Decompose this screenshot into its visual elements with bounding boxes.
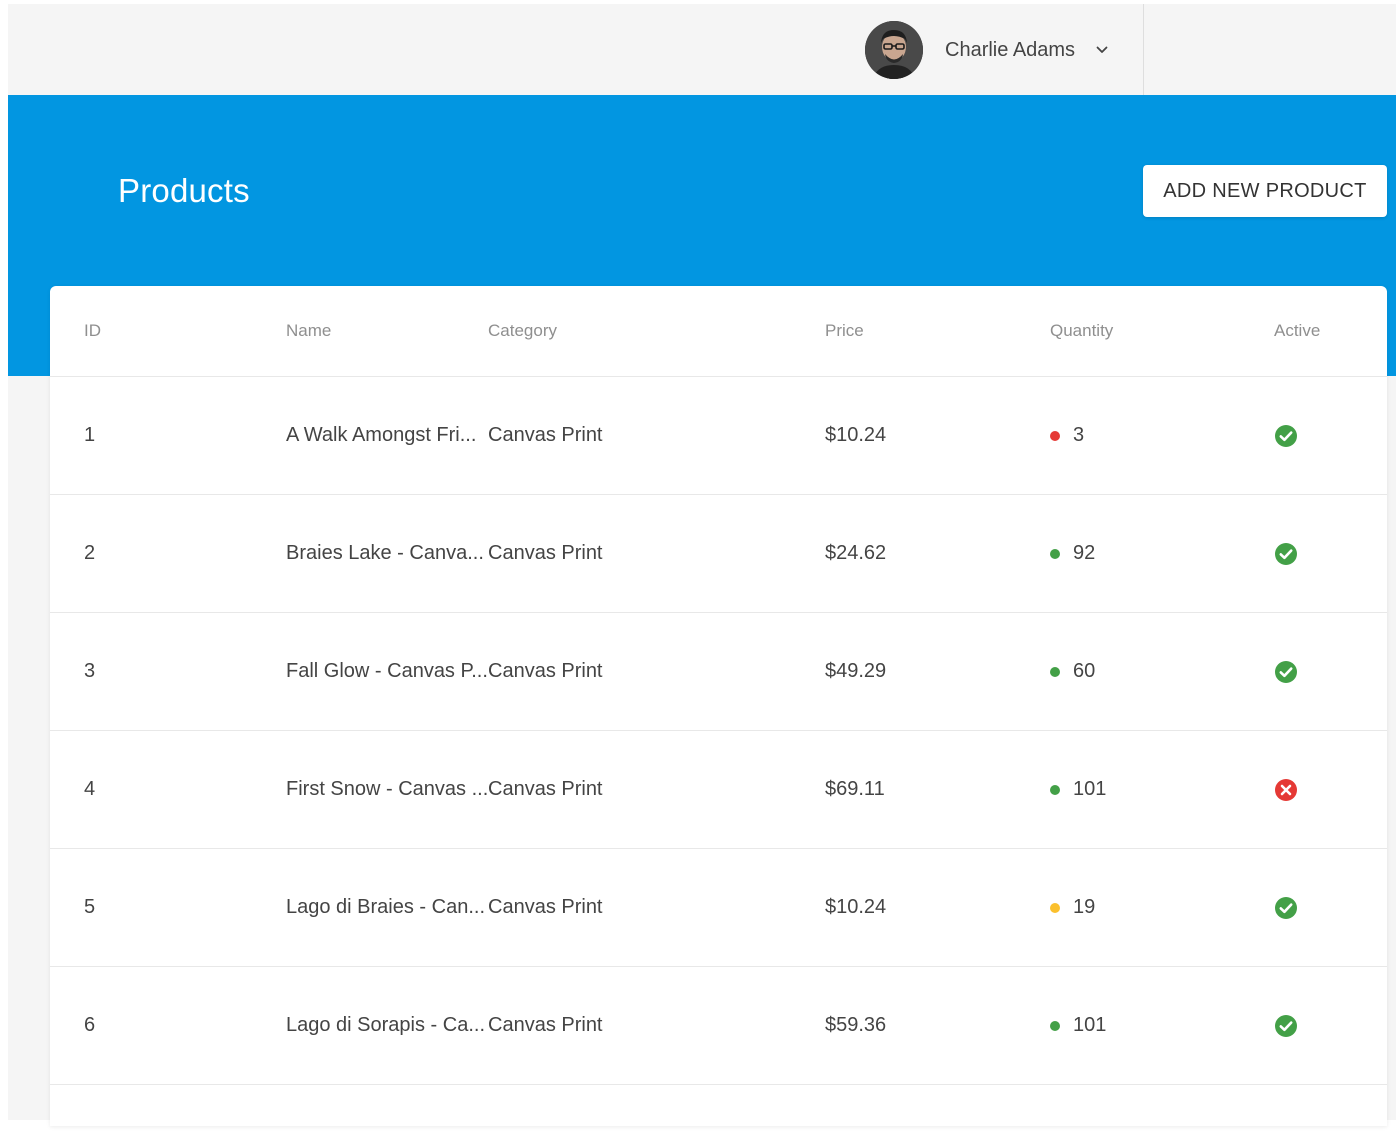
cell-id: 5 — [84, 896, 96, 918]
cell-quantity: 101 — [1050, 731, 1106, 848]
chevron-down-icon[interactable] — [1095, 43, 1109, 57]
quantity-value: 101 — [1073, 778, 1107, 800]
cell-price: $69.11 — [825, 778, 885, 800]
stock-level-dot — [1050, 1020, 1060, 1031]
products-table: ID Name Category Price Quantity Active 1… — [50, 286, 1387, 1126]
cell-category: Canvas Print — [488, 542, 603, 564]
user-name[interactable]: Charlie Adams — [945, 39, 1075, 62]
cell-quantity: 101 — [1050, 967, 1106, 1084]
check-circle-icon — [1274, 424, 1298, 448]
cell-category: Canvas Print — [488, 896, 603, 918]
column-header-name[interactable]: Name — [286, 286, 331, 376]
quantity-value: 3 — [1073, 424, 1085, 446]
cell-price: $24.62 — [825, 542, 887, 564]
page-title: Products — [118, 172, 250, 209]
stock-level-dot — [1050, 548, 1060, 559]
cell-category: Canvas Print — [488, 424, 603, 446]
column-header-category[interactable]: Category — [488, 286, 557, 376]
cell-category: Canvas Print — [488, 660, 603, 682]
cell-id: 3 — [84, 660, 96, 682]
cell-name: Lago di Sorapis - Ca... — [286, 1014, 485, 1036]
stock-level-dot — [1050, 784, 1060, 795]
cell-price: $59.36 — [825, 1014, 887, 1036]
cell-category: Canvas Print — [488, 778, 603, 800]
cell-price: $10.24 — [825, 424, 887, 446]
user-menu[interactable]: Charlie Adams — [865, 21, 1109, 79]
cell-id: 6 — [84, 1014, 96, 1036]
table-row[interactable]: 5 Lago di Braies - Can... Canvas Print $10.… — [50, 849, 1387, 967]
app-page: Charlie Adams Products ADD NEW PRODUCT I… — [8, 4, 1396, 1126]
cell-id: 1 — [84, 424, 96, 446]
cell-quantity: 92 — [1050, 495, 1095, 612]
quantity-value: 101 — [1073, 1014, 1107, 1036]
cell-quantity: 3 — [1050, 377, 1084, 494]
cell-name: Braies Lake - Canva... — [286, 542, 484, 564]
cell-name: Fall Glow - Canvas P... — [286, 660, 488, 682]
topbar-divider — [1143, 4, 1144, 95]
cell-id: 4 — [84, 778, 96, 800]
cell-category: Canvas Print — [488, 1014, 603, 1036]
cell-quantity: 19 — [1050, 849, 1095, 966]
column-header-id[interactable]: ID — [84, 286, 101, 376]
check-circle-icon — [1274, 896, 1298, 920]
x-circle-icon — [1274, 778, 1298, 802]
cell-quantity: 60 — [1050, 613, 1095, 730]
cell-price: $10.24 — [825, 896, 887, 918]
table-row[interactable]: 1 A Walk Amongst Fri... Canvas Print $10.24… — [50, 377, 1387, 495]
cell-active — [1274, 495, 1298, 612]
check-circle-icon — [1274, 542, 1298, 566]
cell-active — [1274, 849, 1298, 966]
cell-name: Lago di Braies - Can... — [286, 896, 485, 918]
table-row[interactable]: 3 Fall Glow - Canvas P... Canvas Print $49.… — [50, 613, 1387, 731]
avatar[interactable] — [865, 21, 923, 79]
quantity-value: 92 — [1073, 542, 1096, 564]
column-header-price[interactable]: Price — [825, 286, 864, 376]
cell-active — [1274, 967, 1298, 1084]
check-circle-icon — [1274, 1014, 1298, 1038]
stock-level-dot — [1050, 430, 1060, 441]
stock-level-dot — [1050, 666, 1060, 677]
cell-active — [1274, 377, 1298, 494]
column-header-quantity[interactable]: Quantity — [1050, 286, 1113, 376]
table-row[interactable]: 2 Braies Lake - Canva... Canvas Print $24.6… — [50, 495, 1387, 613]
top-bar: Charlie Adams — [8, 4, 1396, 95]
cell-active — [1274, 731, 1298, 848]
table-header: ID Name Category Price Quantity Active — [50, 286, 1387, 377]
stock-level-dot — [1050, 902, 1060, 913]
column-header-active[interactable]: Active — [1274, 286, 1320, 376]
table-row[interactable]: 6 Lago di Sorapis - Ca... Canvas Print $59.… — [50, 967, 1387, 1085]
cell-price: $49.29 — [825, 660, 887, 682]
cell-name: A Walk Amongst Fri... — [286, 424, 477, 446]
table-row-partial — [50, 1085, 1387, 1145]
check-circle-icon — [1274, 660, 1298, 684]
quantity-value: 19 — [1073, 896, 1096, 918]
table-row[interactable]: 4 First Snow - Canvas ... Canvas Print $69.… — [50, 731, 1387, 849]
cell-name: First Snow - Canvas ... — [286, 778, 489, 800]
quantity-value: 60 — [1073, 660, 1096, 682]
cell-active — [1274, 613, 1298, 730]
add-new-product-button[interactable]: ADD NEW PRODUCT — [1143, 165, 1387, 217]
cell-id: 2 — [84, 542, 96, 564]
